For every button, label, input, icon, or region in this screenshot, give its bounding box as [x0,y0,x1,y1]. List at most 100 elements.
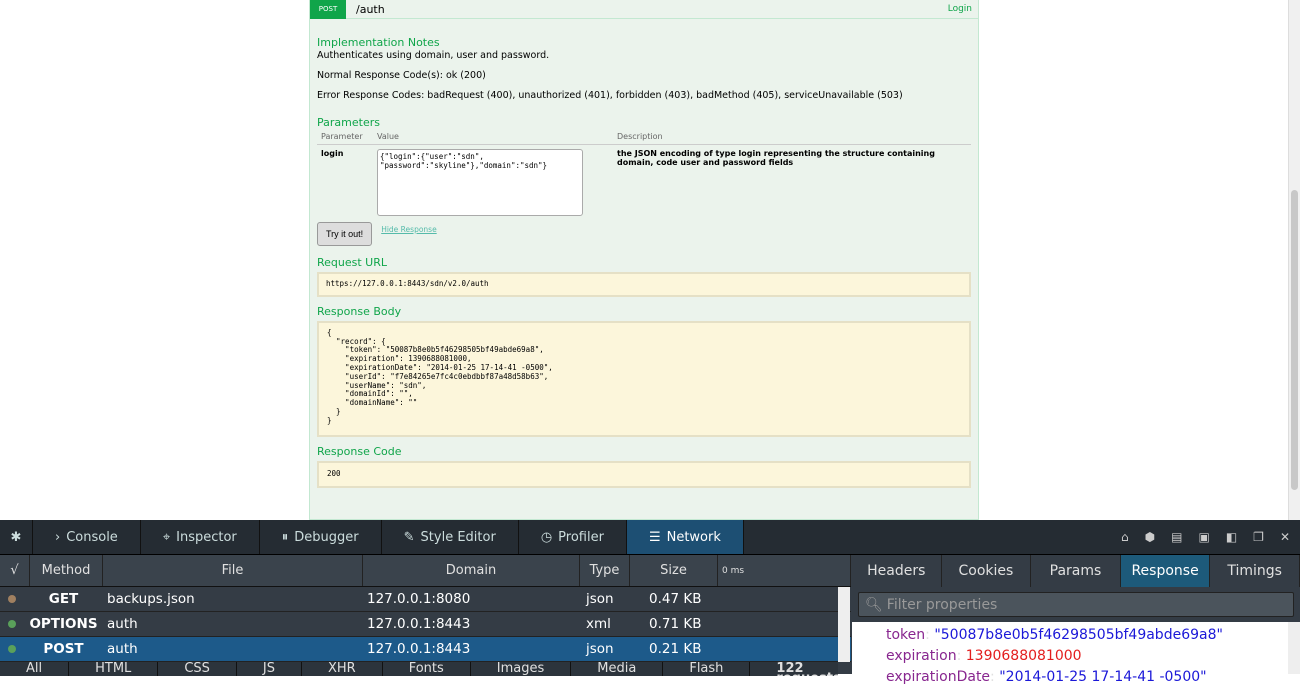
try-it-out-button[interactable]: Try it out! [317,222,373,246]
property-key: token [886,627,926,643]
login-link[interactable]: Login [948,4,972,14]
tab-label: Inspector [176,529,237,545]
request-waterfall [718,612,851,636]
devtools: ✱ › Console ⌖ Inspector ⏸ Debugger ✎ Style Edit… [0,520,1300,685]
parameters-title: Parameters [317,116,380,129]
close-icon[interactable]: ✕ [1280,530,1290,544]
http-verb-badge: POST [310,0,346,19]
type-column-header[interactable]: Type [580,555,630,586]
style-editor-icon: ✎ [403,529,415,545]
status-column-header[interactable]: √ [0,555,30,586]
response-property: expirationDate: "2014-01-25 17-14-41 -05… [886,669,1207,685]
broom-icon[interactable]: ⌂ [1121,530,1129,544]
method-column-header[interactable]: Method [30,555,103,586]
request-method: OPTIONS [29,616,98,632]
property-value: 1390688081000 [965,648,1082,664]
devtools-toolbar: ✱ › Console ⌖ Inspector ⏸ Debugger ✎ Style Edit… [0,520,1300,555]
login-param-input[interactable]: {"login":{"user":"sdn", "password":"skyl… [377,149,583,216]
domain-column-header[interactable]: Domain [363,555,580,586]
browser-page: POST /auth Login Implementation Notes Au… [0,0,1300,520]
request-size: 0.21 KB [649,641,702,657]
param-description: the JSON encoding of type login represen… [617,149,935,167]
dock-side-icon[interactable]: ◧ [1226,530,1237,544]
response-property: token: "50087b8e0b5f46298505bf49abde69a8… [886,627,1223,643]
detail-tab-timings[interactable]: Timings [1210,555,1300,587]
tab-label: Console [66,529,118,545]
error-response-codes: Error Response Codes: badRequest (400), … [317,90,903,101]
size-column-header[interactable]: Size [630,555,718,586]
request-file: auth [107,641,138,657]
request-url-title: Request URL [317,256,388,269]
request-row[interactable]: OPTIONS auth 127.0.0.1:8443 xml 0.71 KB [0,612,851,637]
request-domain: 127.0.0.1:8443 [367,641,471,657]
hide-response-link[interactable]: Hide Response [381,225,437,234]
detail-tab-params[interactable]: Params [1031,555,1121,587]
inspector-icon: ⌖ [162,529,171,545]
request-type: json [586,641,614,657]
scratchpad-cube-icon[interactable]: ⬢ [1145,530,1155,544]
request-type: xml [586,616,611,632]
details-scrollbar[interactable] [1288,622,1300,674]
profiler-icon: ◷ [540,529,553,545]
detail-tab-headers[interactable]: Headers [852,555,942,587]
network-request-list: √ Method File Domain Type Size 0 ms GET b… [0,555,851,676]
implementation-notes-text: Authenticates using domain, user and pas… [317,50,550,61]
request-list-scrollbar[interactable] [838,587,850,662]
parameters-table: Parameter Value Description login {"login"… [317,129,971,222]
request-file: auth [107,616,138,632]
request-type: json [586,591,614,607]
operation-path[interactable]: /auth [356,3,385,16]
request-domain: 127.0.0.1:8080 [367,591,471,607]
tab-network[interactable]: ☰ Network [626,520,744,554]
tab-label: Style Editor [420,529,496,545]
response-property: expiration: 1390688081000 [886,648,1082,664]
method-cell: GET [0,587,103,611]
tab-console[interactable]: › Console [33,520,141,554]
network-icon: ☰ [648,529,661,545]
param-name: login [321,149,344,158]
response-body-title: Response Body [317,304,402,318]
responsive-view-icon[interactable]: ▣ [1198,530,1209,544]
response-code: 200 [317,460,971,488]
implementation-notes-title: Implementation Notes [317,36,440,49]
page-scrollbar[interactable] [1288,0,1300,520]
tab-style-editor[interactable]: ✎ Style Editor [382,520,519,554]
tab-inspector[interactable]: ⌖ Inspector [141,520,260,554]
method-cell: POST [0,637,103,661]
property-key: expirationDate [886,669,991,685]
col-description: Description [613,129,971,145]
undock-icon[interactable]: ❐ [1253,530,1264,544]
detail-tab-cookies[interactable]: Cookies [942,555,1032,587]
console-icon: › [55,529,61,545]
request-domain: 127.0.0.1:8443 [367,616,471,632]
search-icon: 🔍︎ [865,596,883,613]
tab-debugger[interactable]: ⏸ Debugger [260,520,382,554]
file-column-header[interactable]: File [103,555,363,586]
response-body: { "record": { "token": "50087b8e0b5f4629… [317,320,971,437]
property-key: expiration [886,648,957,664]
normal-response-codes: Normal Response Code(s): ok (200) [317,70,486,81]
request-url: https://127.0.0.1:8443/sdn/v2.0/auth [317,272,971,297]
request-row[interactable]: GET backups.json 127.0.0.1:8080 json 0.47 KB [0,587,851,612]
tab-label: Network [666,529,721,545]
request-size: 0.47 KB [649,591,702,607]
operation-header[interactable]: POST /auth Login [310,0,978,19]
detail-tab-response[interactable]: Response [1120,555,1211,587]
filter-properties-input[interactable]: 🔍︎ Filter properties [858,592,1294,617]
settings-gear-icon[interactable]: ✱ [0,520,33,554]
tab-profiler[interactable]: ◷ Profiler [519,520,627,554]
status-dot-icon [8,620,16,628]
scrollbar-thumb[interactable] [1291,190,1298,490]
debugger-icon: ⏸ [281,529,289,545]
tab-label: Debugger [294,529,359,545]
tab-label: Profiler [558,529,604,545]
operation-panel: POST /auth Login Implementation Notes Au… [309,0,979,520]
method-cell: OPTIONS [0,612,103,636]
response-code-title: Response Code [317,444,402,458]
waterfall-column-header[interactable]: 0 ms [718,555,851,586]
request-row[interactable]: POST auth 127.0.0.1:8443 json 0.21 KB [0,637,851,662]
request-file: backups.json [107,591,195,607]
request-method: GET [48,591,79,607]
request-details-panel: Headers Cookies Params Response Timings 🔍︎ Fi… [852,555,1300,685]
clapper-icon[interactable]: ▤ [1171,530,1182,544]
